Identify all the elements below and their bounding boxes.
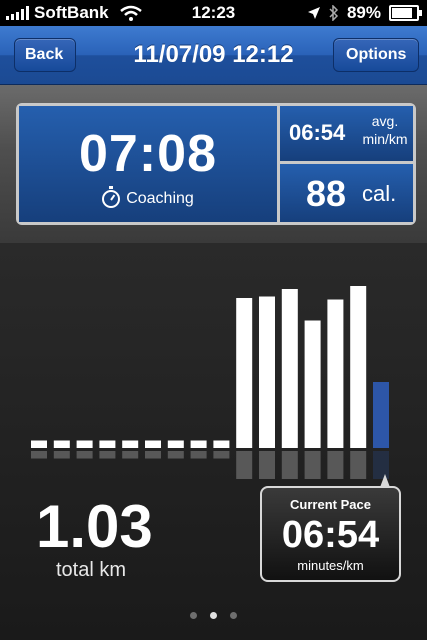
battery-fill xyxy=(392,8,412,18)
pace-bar-reflection xyxy=(122,451,139,459)
options-button[interactable]: Options xyxy=(333,38,419,72)
elapsed-time: 07:08 xyxy=(79,125,217,183)
pace-bar xyxy=(31,440,47,448)
pace-bar xyxy=(190,440,207,448)
pace-bar-reflection xyxy=(145,451,161,459)
pace-bar-reflection xyxy=(281,451,298,479)
avg-pace-value: 06:54 xyxy=(289,120,346,145)
pace-bar-reflection xyxy=(236,451,253,479)
current-pace-value: 06:54 xyxy=(281,514,380,556)
battery-icon xyxy=(389,5,422,21)
pace-bar xyxy=(236,298,253,448)
pace-bar-reflection xyxy=(304,451,321,479)
pace-bar-reflection xyxy=(213,451,230,459)
page-indicator[interactable] xyxy=(0,612,427,619)
calories-value: 88 xyxy=(306,173,347,214)
pace-bar xyxy=(53,440,70,448)
elapsed-time-box: 07:08 Coaching xyxy=(19,106,277,222)
nav-bar: Back 11/07/09 12:12 Options xyxy=(0,26,427,85)
bluetooth-icon xyxy=(329,5,339,21)
pace-bar xyxy=(99,440,116,448)
avg-pace-box: 06:54 avg. min/km xyxy=(280,106,413,161)
options-button-label: Options xyxy=(346,46,407,63)
status-bar: SoftBank 12:23 89% xyxy=(0,0,427,26)
stats-board: 07:08 Coaching 06:54 avg. min/km 88 cal. xyxy=(16,103,416,225)
pace-bar-reflection xyxy=(259,451,275,479)
coaching-button[interactable]: Coaching xyxy=(19,186,277,208)
pace-bar xyxy=(281,289,298,448)
calories-box: 88 cal. xyxy=(280,164,413,222)
avg-pace-unit: min/km xyxy=(362,131,408,147)
battery-percent: 89% xyxy=(346,3,381,22)
pace-bar xyxy=(327,299,344,448)
pace-bar-reflection xyxy=(53,451,70,459)
current-pace-label: Current Pace xyxy=(290,497,371,512)
pace-bar-reflection xyxy=(327,451,344,479)
pace-bar-reflection xyxy=(190,451,207,459)
total-distance-value: 1.03 xyxy=(36,493,153,560)
avg-pace-label: avg. xyxy=(371,113,399,129)
total-distance-unit: total km xyxy=(56,559,127,581)
pace-bar xyxy=(145,440,161,448)
pace-bar xyxy=(350,286,367,448)
pace-bar-reflection xyxy=(99,451,116,459)
pace-bar xyxy=(122,440,139,448)
pace-bar-reflection xyxy=(167,451,184,459)
coaching-label: Coaching xyxy=(126,190,194,207)
stopwatch-icon xyxy=(102,186,121,208)
calories-unit: cal. xyxy=(362,181,397,206)
pace-chart[interactable] xyxy=(0,243,427,493)
pace-bar-reflection xyxy=(350,451,367,479)
pace-bar xyxy=(304,320,321,448)
page-dot[interactable] xyxy=(190,612,197,619)
pace-bar xyxy=(167,440,184,448)
pace-bar xyxy=(259,296,275,448)
current-pace-unit: minutes/km xyxy=(297,558,364,573)
pace-bar xyxy=(373,382,389,448)
pace-bar-reflection xyxy=(76,451,93,459)
page-dot[interactable] xyxy=(210,612,217,619)
current-pace-bubble: Current Pace 06:54 minutes/km xyxy=(260,486,401,582)
pace-bar xyxy=(213,440,230,448)
location-icon xyxy=(307,7,320,19)
pace-bar xyxy=(76,440,93,448)
status-right: 89% xyxy=(307,3,422,23)
avg-pace-unit-box: avg. min/km xyxy=(360,112,410,148)
back-button-label: Back xyxy=(25,46,64,63)
page-dot[interactable] xyxy=(230,612,237,619)
pace-bar-reflection xyxy=(31,451,47,459)
stats-panel: 07:08 Coaching 06:54 avg. min/km 88 cal. xyxy=(0,85,427,243)
